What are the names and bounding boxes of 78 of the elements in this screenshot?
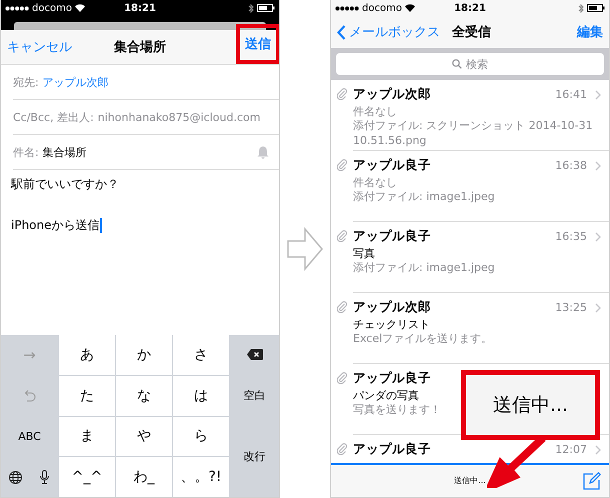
- bluetooth-icon: [578, 4, 584, 12]
- keyboard-key[interactable]: た: [59, 376, 115, 416]
- field-label: Cc/Bcc, 差出人:: [13, 110, 94, 124]
- keyboard-key[interactable]: ^_^: [59, 457, 115, 497]
- mail-subject: 写真: [353, 246, 375, 261]
- mail-time: 16:41: [555, 88, 587, 101]
- keyboard-key[interactable]: か: [116, 335, 172, 375]
- sender-name: アップル良子: [353, 370, 431, 387]
- back-chevron-icon: [337, 24, 346, 40]
- mail-preview: 写真を送ります！: [353, 403, 441, 418]
- chevron-icon: [595, 90, 601, 100]
- mail-subject: チェックリスト: [353, 317, 430, 332]
- mail-time: 12:07: [555, 443, 587, 456]
- callout-tooltip: 送信中...: [461, 370, 600, 440]
- sender-name: アップル良子: [353, 228, 431, 245]
- bluetooth-icon: [248, 4, 254, 12]
- globe-icon: [8, 470, 22, 484]
- sending-status: 送信中...: [454, 474, 486, 486]
- keyboard-key[interactable]: な: [116, 376, 172, 416]
- mail-time: 13:25: [555, 301, 587, 314]
- keyboard-key[interactable]: ま: [59, 416, 115, 456]
- undo-icon: [23, 389, 36, 402]
- status-time: 18:21: [454, 2, 486, 14]
- sender-name: アップル良子: [353, 441, 431, 458]
- battery-icon: [257, 4, 275, 12]
- chevron-icon: [595, 232, 601, 242]
- wifi-icon: [74, 4, 85, 12]
- keyboard-key[interactable]: あ: [59, 335, 115, 375]
- send-button[interactable]: 送信: [236, 24, 279, 64]
- keyboard-key[interactable]: 、。?!: [173, 457, 229, 497]
- field-label: 件名:: [13, 144, 39, 160]
- field-value[interactable]: 集合場所: [42, 144, 87, 160]
- back-button[interactable]: メールボックス: [337, 23, 440, 41]
- keyboard-key[interactable]: や: [116, 416, 172, 456]
- search-icon: [452, 59, 462, 69]
- signal-icon: [335, 6, 359, 10]
- mail-subject: 件名なし: [353, 175, 397, 190]
- mail-subject: パンダの写真: [353, 388, 419, 403]
- mail-time: 16:38: [555, 159, 587, 172]
- field-value[interactable]: アップル次郎: [42, 74, 109, 90]
- keyboard-key[interactable]: は: [173, 376, 229, 416]
- signal-icon: [5, 6, 29, 10]
- microphone-icon: [40, 470, 48, 484]
- sender-name: アップル良子: [353, 157, 431, 174]
- cancel-button[interactable]: キャンセル: [7, 38, 72, 56]
- mail-preview: 添付ファイル: スクリーンショット 2014-10-31 10.51.56.png: [353, 119, 594, 149]
- carrier-name: docomo: [362, 2, 402, 14]
- mail-preview: 添付ファイル: image1.jpeg: [353, 190, 495, 205]
- field-label: 宛先:: [13, 74, 39, 90]
- sender-name: アップル次郎: [353, 86, 431, 103]
- battery-icon: [587, 4, 605, 12]
- delete-icon: [246, 349, 262, 360]
- mail-preview: Excelファイルを送ります。: [353, 332, 492, 347]
- wifi-icon: [404, 4, 415, 12]
- chevron-icon: [595, 302, 601, 312]
- mail-item[interactable]: アップル次郎 13:25 チェックリスト Excelファイルを送ります。: [331, 293, 609, 364]
- keyboard-key[interactable]: ら: [173, 416, 229, 456]
- mail-time: 16:35: [555, 230, 587, 243]
- body-text: iPhoneから送信: [11, 217, 103, 234]
- chevron-icon: [595, 444, 601, 454]
- body-text: 駅前でいいですか？: [11, 176, 120, 193]
- sender-name: アップル次郎: [353, 299, 431, 316]
- keyboard-key[interactable]: さ: [173, 335, 229, 375]
- mail-item[interactable]: アップル良子 16:35 写真 添付ファイル: image1.jpeg: [331, 222, 609, 293]
- compose-title: 集合場所: [114, 39, 166, 56]
- status-time: 18:21: [124, 2, 156, 14]
- carrier-name: docomo: [32, 2, 72, 14]
- edit-button[interactable]: 編集: [577, 23, 603, 41]
- chevron-icon: [595, 160, 601, 170]
- mail-item[interactable]: アップル良子 16:38 件名なし 添付ファイル: image1.jpeg: [331, 151, 609, 222]
- message-body[interactable]: 駅前でいいですか？ iPhoneから送信: [1, 170, 279, 335]
- compose-icon[interactable]: [583, 472, 601, 490]
- mail-subject: 件名なし: [353, 104, 397, 119]
- mail-preview: 添付ファイル: image1.jpeg: [353, 261, 495, 276]
- keyboard-key[interactable]: わ_: [116, 457, 172, 497]
- mail-item[interactable]: アップル次郎 16:41 件名なし 添付ファイル: スクリーンショット 2014-10-31 10.51.56.png: [331, 80, 609, 151]
- arrow-icon: [287, 227, 323, 271]
- mailbox-title: 全受信: [452, 24, 491, 41]
